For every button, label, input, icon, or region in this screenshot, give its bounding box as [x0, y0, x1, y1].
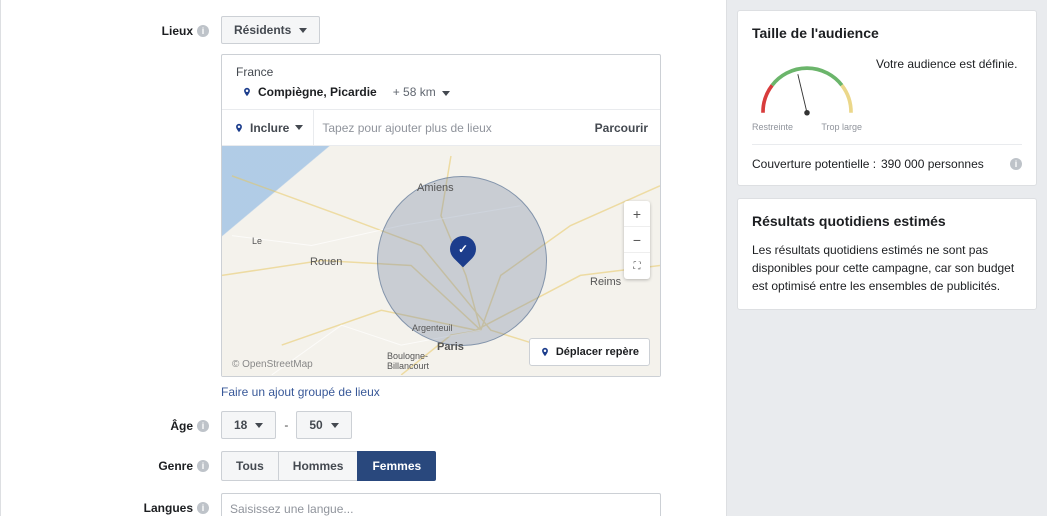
locations-mode-dropdown[interactable]: Résidents	[221, 16, 320, 44]
gender-all-button[interactable]: Tous	[221, 451, 279, 481]
caret-down-icon	[331, 423, 339, 428]
age-max-dropdown[interactable]: 50	[296, 411, 351, 439]
gauge-narrow-label: Restreinte	[752, 122, 793, 132]
pin-icon	[242, 85, 252, 99]
move-marker-button[interactable]: Déplacer repère	[529, 338, 650, 366]
location-country: France	[236, 65, 646, 79]
caret-down-icon	[295, 125, 303, 130]
gauge-broad-label: Trop large	[821, 122, 862, 132]
info-icon[interactable]: i	[197, 420, 209, 432]
city-label-paris: Paris	[437, 341, 464, 353]
include-exclude-dropdown[interactable]: Inclure	[234, 110, 314, 145]
city-label-argenteuil: Argenteuil	[412, 323, 453, 333]
map[interactable]: Rouen Amiens Reims Paris Argenteuil Boul…	[222, 146, 660, 376]
info-icon[interactable]: i	[197, 460, 209, 472]
gauge-meter	[752, 53, 862, 123]
city-label-reims: Reims	[590, 276, 621, 288]
gender-male-button[interactable]: Hommes	[278, 451, 359, 481]
zoom-out-button[interactable]: −	[624, 227, 650, 253]
caret-down-icon	[255, 423, 263, 428]
info-icon[interactable]: i	[197, 502, 209, 514]
reach-label: Couverture potentielle :	[752, 157, 881, 171]
age-label: Âge i	[21, 411, 221, 433]
selected-location[interactable]: Compiègne, Picardie + 58 km	[236, 85, 646, 99]
age-min-dropdown[interactable]: 18	[221, 411, 276, 439]
browse-link[interactable]: Parcourir	[595, 121, 648, 135]
languages-label: Langues i	[21, 493, 221, 515]
info-icon[interactable]: i	[1010, 158, 1022, 170]
audience-size-panel: Taille de l'audience Restreinte Trop lar…	[737, 10, 1037, 186]
city-label-amiens: Amiens	[417, 182, 454, 194]
audience-size-title: Taille de l'audience	[752, 25, 1022, 41]
age-separator: -	[284, 418, 288, 432]
map-attribution: © OpenStreetMap	[232, 359, 313, 370]
locations-label: Lieux i	[21, 16, 221, 38]
gender-female-button[interactable]: Femmes	[357, 451, 436, 481]
location-search-input[interactable]	[314, 113, 594, 143]
audience-defined-message: Votre audience est définie.	[876, 53, 1022, 71]
pin-icon	[540, 345, 550, 359]
languages-input[interactable]	[221, 493, 661, 516]
radius-dropdown[interactable]: + 58 km	[393, 85, 451, 99]
caret-down-icon	[442, 91, 450, 96]
city-label-rouen: Rouen	[310, 256, 342, 268]
zoom-in-button[interactable]: +	[624, 201, 650, 227]
daily-results-panel: Résultats quotidiens estimés Les résulta…	[737, 198, 1037, 310]
daily-results-text: Les résultats quotidiens estimés ne sont…	[752, 241, 1022, 295]
locations-box: France Compiègne, Picardie + 58 km	[221, 54, 661, 377]
fullscreen-button[interactable]: ⛶	[624, 253, 650, 279]
caret-down-icon	[299, 28, 307, 33]
map-controls: + − ⛶	[624, 201, 650, 279]
daily-results-title: Résultats quotidiens estimés	[752, 213, 1022, 229]
info-icon[interactable]: i	[197, 25, 209, 37]
city-label-boulogne: Boulogne- Billancourt	[387, 351, 429, 371]
reach-value: 390 000 personnes	[881, 157, 1010, 171]
bulk-add-link[interactable]: Faire un ajout groupé de lieux	[221, 385, 380, 399]
pin-icon	[234, 121, 244, 135]
city-label-le: Le	[252, 236, 262, 246]
gender-label: Genre i	[21, 451, 221, 473]
